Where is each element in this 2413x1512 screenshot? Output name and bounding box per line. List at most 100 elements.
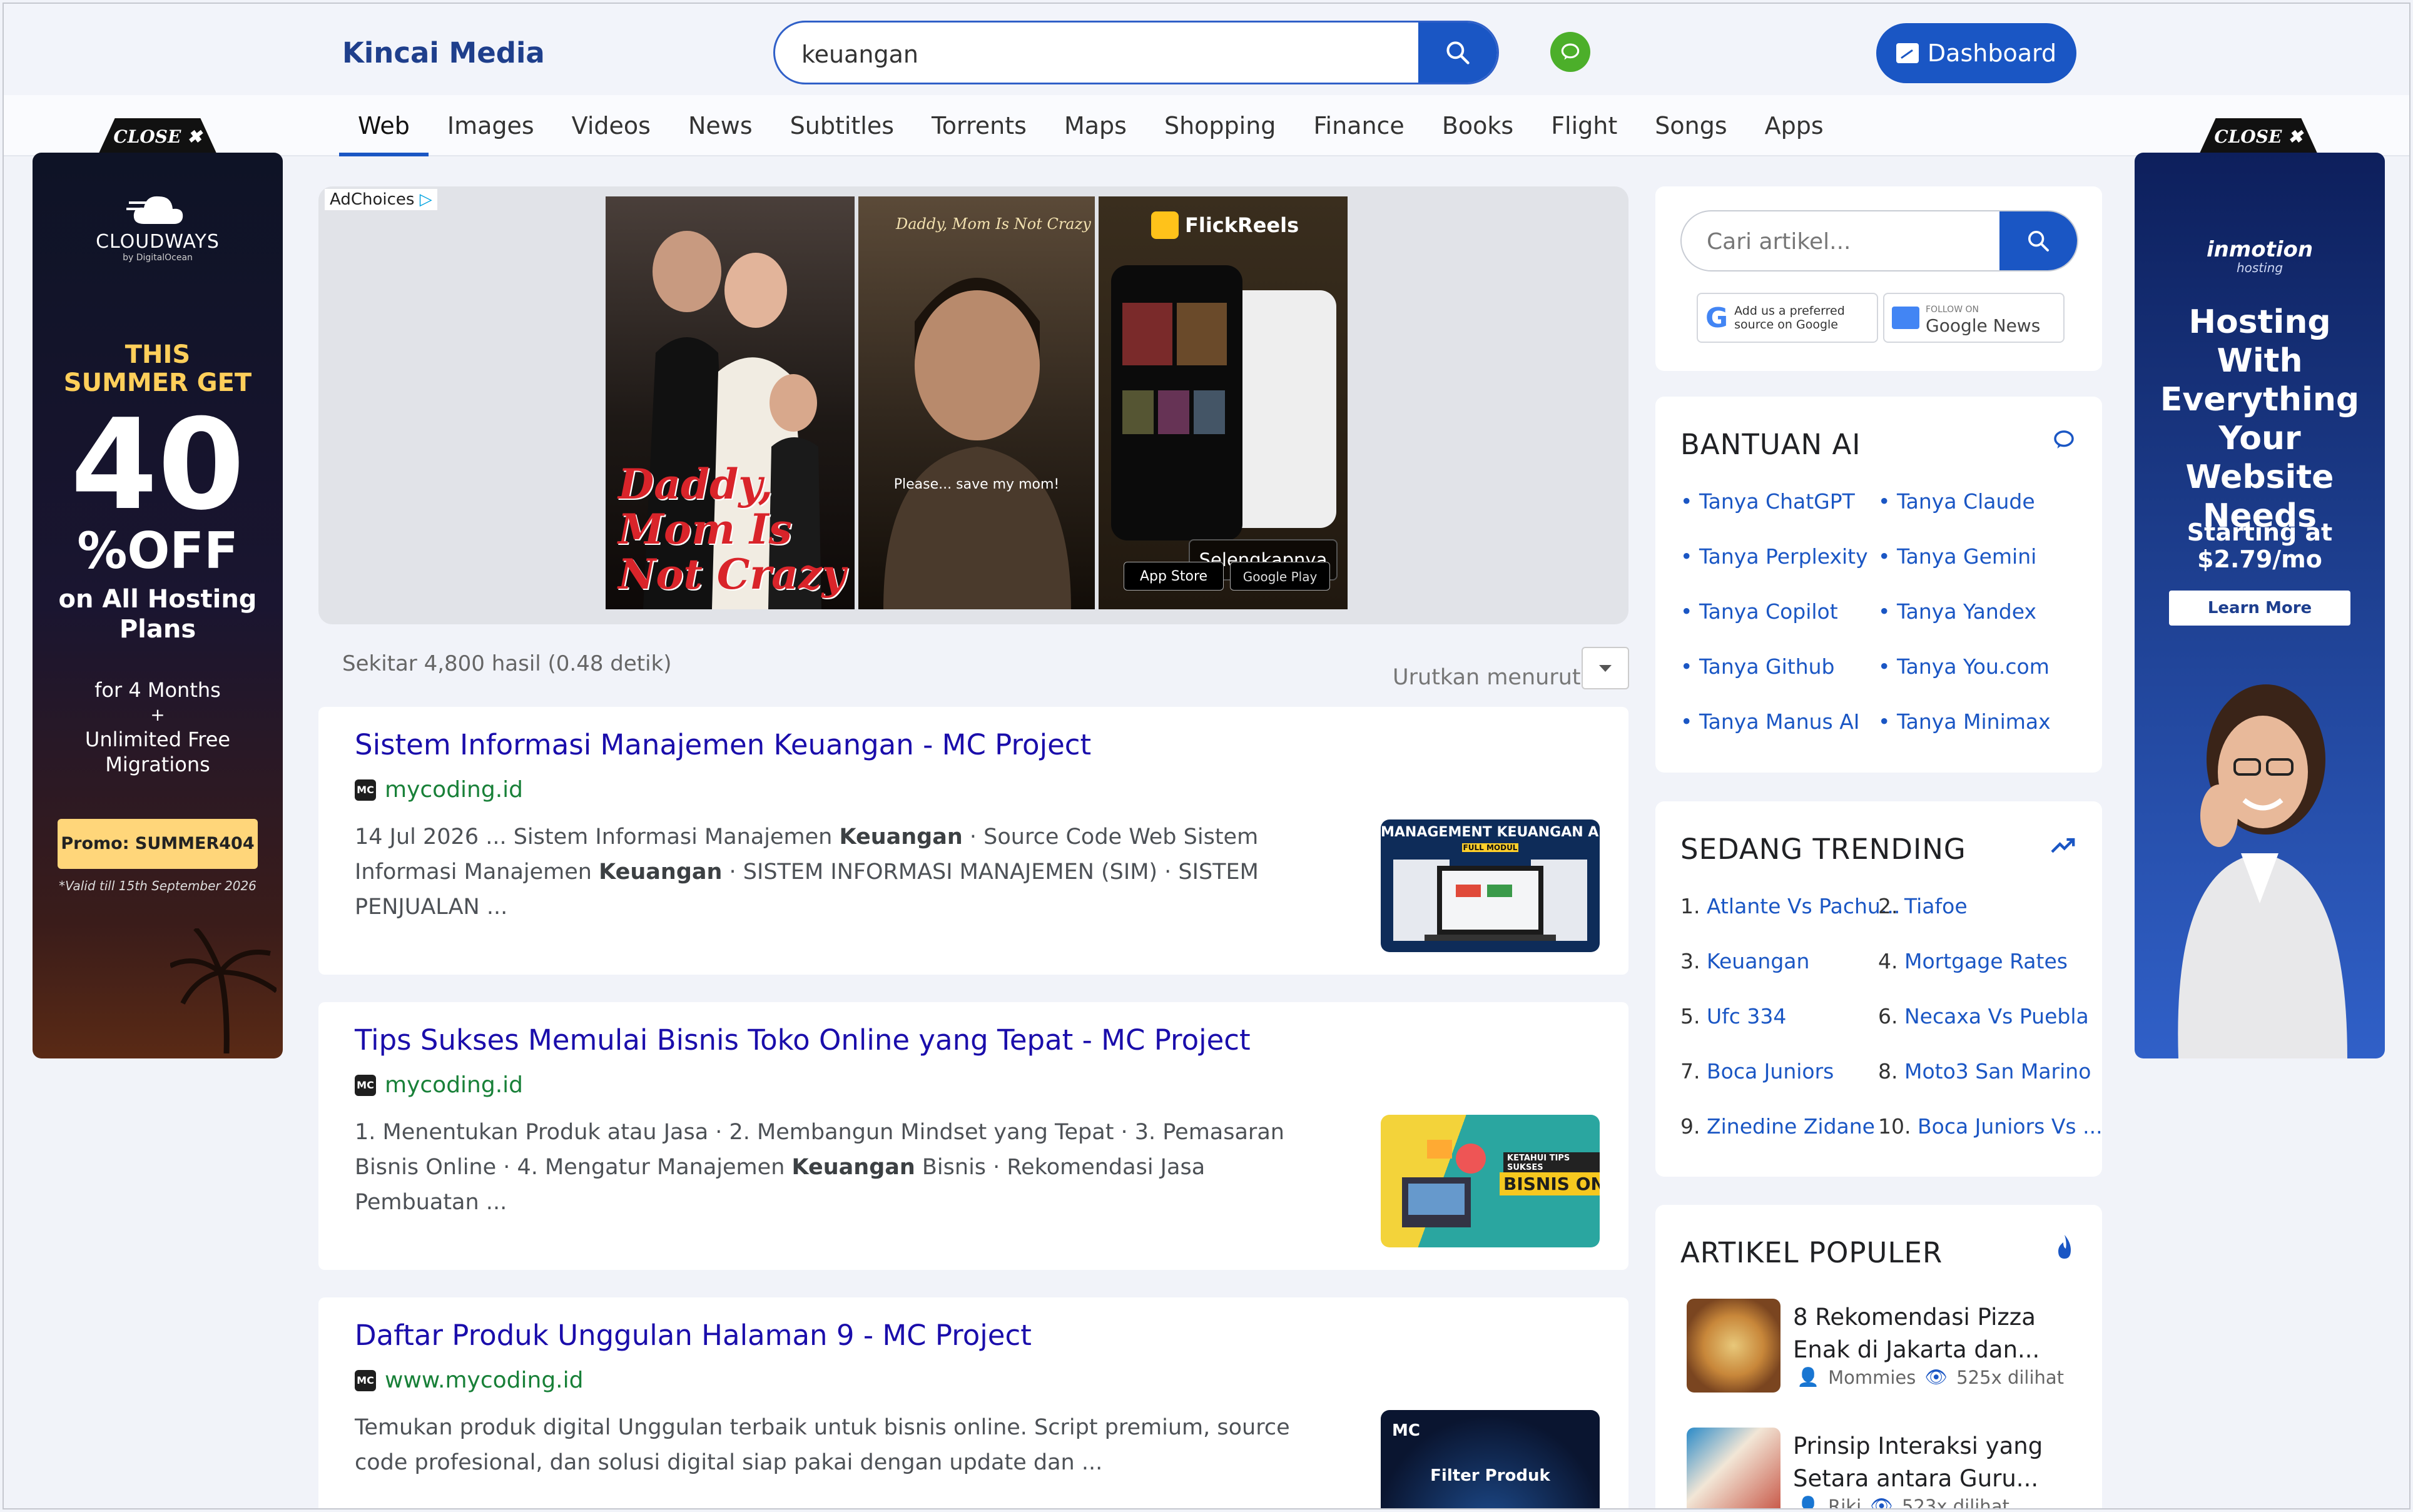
trend-label: Mortgage Rates bbox=[1904, 949, 2068, 973]
ai-link-yandex[interactable]: • Tanya Yandex bbox=[1878, 599, 2036, 624]
ad-brand: inmotion bbox=[2206, 237, 2314, 262]
ai-link-claude[interactable]: • Tanya Claude bbox=[1878, 489, 2035, 514]
close-left-ad-button[interactable]: CLOSE ✖ bbox=[98, 118, 217, 155]
cloud-logo-icon bbox=[126, 196, 183, 224]
chart-icon bbox=[1896, 43, 1919, 63]
site-logo[interactable]: Kincai Media bbox=[342, 36, 545, 69]
google-news-icon bbox=[1892, 307, 1919, 329]
sort-dropdown[interactable] bbox=[1582, 647, 1629, 689]
tab-torrents[interactable]: Torrents bbox=[913, 95, 1045, 156]
trending-item[interactable]: 3. Keuangan bbox=[1680, 949, 1809, 973]
poster-title: Daddy, Mom Is Not Crazy bbox=[618, 460, 846, 599]
trend-label: Ufc 334 bbox=[1707, 1004, 1787, 1028]
article-thumbnail bbox=[1687, 1299, 1781, 1393]
trending-item[interactable]: 1. Atlante Vs Pachu... bbox=[1680, 894, 1900, 918]
trending-item[interactable]: 2. Tiafoe bbox=[1878, 894, 1968, 918]
article-search[interactable]: Cari artikel... bbox=[1680, 210, 2078, 271]
google-play-badge[interactable]: Google Play bbox=[1230, 562, 1330, 591]
result-title[interactable]: Sistem Informasi Manajemen Keuangan - MC… bbox=[355, 728, 1091, 761]
ai-link-chatgpt[interactable]: • Tanya ChatGPT bbox=[1680, 489, 1855, 514]
search-input[interactable]: keuangan bbox=[801, 41, 918, 68]
article-author: Mommies bbox=[1828, 1366, 1916, 1388]
trend-label: Keuangan bbox=[1707, 949, 1810, 973]
trend-label: Boca Juniors bbox=[1707, 1059, 1834, 1083]
result-url[interactable]: MC mycoding.id bbox=[355, 777, 523, 803]
ai-link-minimax[interactable]: • Tanya Minimax bbox=[1878, 709, 2051, 734]
result-snippet: Temukan produk digital Unggulan terbaik … bbox=[355, 1410, 1331, 1480]
close-right-ad-button[interactable]: CLOSE ✖ bbox=[2199, 118, 2318, 155]
tab-maps[interactable]: Maps bbox=[1045, 95, 1146, 156]
trending-item[interactable]: 9. Zinedine Zidane bbox=[1680, 1114, 1875, 1139]
user-icon: 👤 bbox=[1797, 1495, 1820, 1509]
dashboard-button[interactable]: Dashboard bbox=[1876, 23, 2076, 83]
ad-percent: 40 bbox=[70, 392, 245, 538]
trending-item[interactable]: 6. Necaxa Vs Puebla bbox=[1878, 1004, 2089, 1028]
ai-link-copilot[interactable]: • Tanya Copilot bbox=[1680, 599, 1838, 624]
trending-item[interactable]: 10. Boca Juniors Vs ... bbox=[1878, 1114, 2103, 1139]
google-news-badge[interactable]: FOLLOW ON Google News bbox=[1883, 293, 2065, 343]
eye-icon: 👁 bbox=[1924, 1366, 1948, 1388]
tab-songs[interactable]: Songs bbox=[1636, 95, 1745, 156]
trending-item[interactable]: 4. Mortgage Rates bbox=[1878, 949, 2068, 973]
result-url[interactable]: MC www.mycoding.id bbox=[355, 1367, 583, 1393]
app-store-badge[interactable]: App Store bbox=[1124, 562, 1224, 591]
google-preferred-source-badge[interactable]: G Add us a preferred source on Google bbox=[1697, 293, 1878, 343]
trending-item[interactable]: 8. Moto3 San Marino bbox=[1878, 1059, 2091, 1083]
poster-caption: Please... save my mom! bbox=[893, 477, 1060, 492]
result-title[interactable]: Daftar Produk Unggulan Halaman 9 - MC Pr… bbox=[355, 1319, 1032, 1352]
result-url[interactable]: MC mycoding.id bbox=[355, 1072, 523, 1098]
search-button[interactable] bbox=[1418, 23, 1497, 83]
article-search-button[interactable] bbox=[1999, 211, 2077, 270]
favicon: MC bbox=[355, 1074, 376, 1096]
ad-poster-2[interactable]: Daddy, Mom Is Not Crazy Please... save m… bbox=[858, 196, 1095, 609]
search-result: Sistem Informasi Manajemen Keuangan - MC… bbox=[318, 707, 1628, 975]
result-title[interactable]: Tips Sukses Memulai Bisnis Toko Online y… bbox=[355, 1023, 1251, 1057]
panel-title: BANTUAN AI bbox=[1680, 428, 1861, 461]
tab-images[interactable]: Images bbox=[429, 95, 553, 156]
trend-label: Zinedine Zidane bbox=[1707, 1114, 1875, 1139]
ad-valid: *Valid till 15th September 2026 bbox=[59, 878, 257, 893]
ad-poster-1[interactable]: Daddy, Mom Is Not Crazy bbox=[606, 196, 855, 609]
tab-news[interactable]: News bbox=[669, 95, 771, 156]
right-ad[interactable]: inmotion hosting Hosting With Everything… bbox=[2135, 153, 2385, 1058]
article-search-input[interactable]: Cari artikel... bbox=[1707, 229, 1851, 255]
result-thumbnail[interactable]: KETAHUI TIPS SUKSES BISNIS ONLINE bbox=[1381, 1115, 1600, 1247]
adchoices-label[interactable]: AdChoices ▷ bbox=[325, 189, 437, 210]
result-snippet: 14 Jul 2026 ... Sistem Informasi Manajem… bbox=[355, 819, 1331, 925]
article-meta: 👤 Riki 👁 523x dilihat bbox=[1797, 1495, 2009, 1509]
result-thumbnail[interactable]: MC Filter Produk bbox=[1381, 1410, 1600, 1508]
article-views: 523x dilihat bbox=[1902, 1495, 2009, 1509]
article-title: 8 Rekomendasi Pizza Enak di Jakarta dan.… bbox=[1793, 1304, 2040, 1363]
ai-link-manus[interactable]: • Tanya Manus AI bbox=[1680, 709, 1860, 734]
ad-poster-3[interactable]: FlickReels Selengkapnya App Store Google… bbox=[1099, 196, 1348, 609]
ai-link-perplexity[interactable]: • Tanya Perplexity bbox=[1680, 544, 1868, 569]
tab-videos[interactable]: Videos bbox=[553, 95, 669, 156]
adchoices-icon: ▷ bbox=[419, 190, 432, 209]
tab-books[interactable]: Books bbox=[1423, 95, 1532, 156]
popular-articles-panel: ARTIKEL POPULER 8 Rekomendasi Pizza Enak… bbox=[1655, 1205, 2102, 1509]
main-search[interactable]: keuangan bbox=[773, 21, 1499, 84]
trending-item[interactable]: 7. Boca Juniors bbox=[1680, 1059, 1834, 1083]
tab-finance[interactable]: Finance bbox=[1294, 95, 1423, 156]
trending-item[interactable]: 5. Ufc 334 bbox=[1680, 1004, 1786, 1028]
ad-promo-button[interactable]: Promo: SUMMER404 bbox=[58, 819, 258, 869]
tab-subtitles[interactable]: Subtitles bbox=[771, 95, 913, 156]
article-views: 525x dilihat bbox=[1956, 1366, 2065, 1388]
site-header: Kincai Media keuangan Dashboard bbox=[4, 4, 2409, 95]
tab-flight[interactable]: Flight bbox=[1532, 95, 1636, 156]
tab-apps[interactable]: Apps bbox=[1746, 95, 1842, 156]
ad-learn-more-button[interactable]: Learn More bbox=[2169, 591, 2350, 626]
banner-ad[interactable]: AdChoices ▷ Daddy, Mom Is Not Crazy Dadd… bbox=[318, 186, 1628, 624]
article-item[interactable]: 8 Rekomendasi Pizza Enak di Jakarta dan.… bbox=[1687, 1299, 2087, 1403]
article-thumbnail bbox=[1687, 1428, 1781, 1508]
chat-icon[interactable] bbox=[1550, 32, 1590, 72]
article-item[interactable]: Prinsip Interaksi yang Setara antara Gur… bbox=[1687, 1428, 2087, 1509]
ai-link-github[interactable]: • Tanya Github bbox=[1680, 654, 1835, 679]
search-type-tabs: Web Images Videos News Subtitles Torrent… bbox=[4, 95, 2409, 156]
tab-web[interactable]: Web bbox=[339, 95, 429, 156]
ai-link-gemini[interactable]: • Tanya Gemini bbox=[1878, 544, 2036, 569]
ai-link-youcom[interactable]: • Tanya You.com bbox=[1878, 654, 2050, 679]
tab-shopping[interactable]: Shopping bbox=[1146, 95, 1294, 156]
left-ad[interactable]: CLOUDWAYS by DigitalOcean THIS SUMMER GE… bbox=[33, 153, 283, 1058]
result-thumbnail[interactable]: MANAGEMENT KEUANGAN APOTEK FULL MODUL bbox=[1381, 819, 1600, 952]
